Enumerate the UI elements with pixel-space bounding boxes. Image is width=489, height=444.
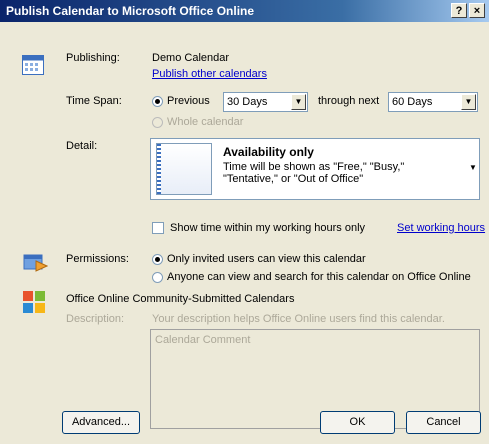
chevron-down-icon[interactable]: ▼: [461, 94, 476, 110]
working-hours-label: Show time within my working hours only: [170, 222, 366, 234]
community-heading: Office Online Community-Submitted Calend…: [66, 293, 295, 305]
description-label: Description:: [66, 313, 125, 325]
set-working-hours-link[interactable]: Set working hours: [397, 222, 485, 234]
help-button[interactable]: ?: [451, 3, 467, 18]
cancel-button[interactable]: Cancel: [406, 411, 481, 434]
title-bar: Publish Calendar to Microsoft Office Onl…: [0, 0, 489, 22]
window-title: Publish Calendar to Microsoft Office Onl…: [6, 4, 255, 18]
detail-option-title: Availability only: [223, 145, 314, 159]
through-next-value: 60 Days: [392, 96, 433, 108]
permissions-icon: [22, 251, 49, 273]
calendar-preview-icon: [156, 143, 212, 195]
office-online-icon: [22, 290, 46, 314]
time-span-label: Time Span:: [66, 95, 122, 107]
anyone-radio[interactable]: [152, 272, 163, 283]
previous-days-value: 30 Days: [227, 96, 268, 108]
description-placeholder: Calendar Comment: [155, 334, 251, 346]
permissions-label: Permissions:: [66, 253, 129, 265]
only-invited-label: Only invited users can view this calenda…: [167, 253, 366, 265]
only-invited-radio[interactable]: [152, 254, 163, 265]
ok-button[interactable]: OK: [320, 411, 395, 434]
description-hint: Your description helps Office Online use…: [152, 313, 445, 325]
advanced-button[interactable]: Advanced...: [62, 411, 140, 434]
expand-arrow-icon[interactable]: ▼: [469, 163, 477, 172]
detail-label: Detail:: [66, 140, 98, 152]
publish-other-calendars-link[interactable]: Publish other calendars: [152, 68, 267, 80]
chevron-down-icon[interactable]: ▼: [291, 94, 306, 110]
previous-label: Previous: [167, 95, 210, 107]
close-button[interactable]: ×: [469, 3, 485, 18]
previous-radio[interactable]: [152, 96, 163, 107]
calendar-name: Demo Calendar: [152, 52, 230, 64]
detail-level-selector[interactable]: Availability only Time will be shown as …: [150, 138, 480, 200]
whole-calendar-radio[interactable]: [152, 117, 163, 128]
previous-days-select[interactable]: 30 Days ▼: [223, 92, 308, 112]
anyone-label: Anyone can view and search for this cale…: [167, 271, 471, 283]
publish-calendar-dialog: Publish Calendar to Microsoft Office Onl…: [0, 0, 489, 444]
calendar-icon: [22, 55, 44, 75]
through-next-select[interactable]: 60 Days ▼: [388, 92, 478, 112]
through-next-label: through next: [318, 95, 380, 107]
publishing-label: Publishing:: [66, 52, 120, 64]
working-hours-checkbox[interactable]: [152, 222, 164, 234]
detail-option-description: Time will be shown as "Free," "Busy," "T…: [223, 161, 405, 185]
whole-calendar-label: Whole calendar: [167, 116, 244, 128]
